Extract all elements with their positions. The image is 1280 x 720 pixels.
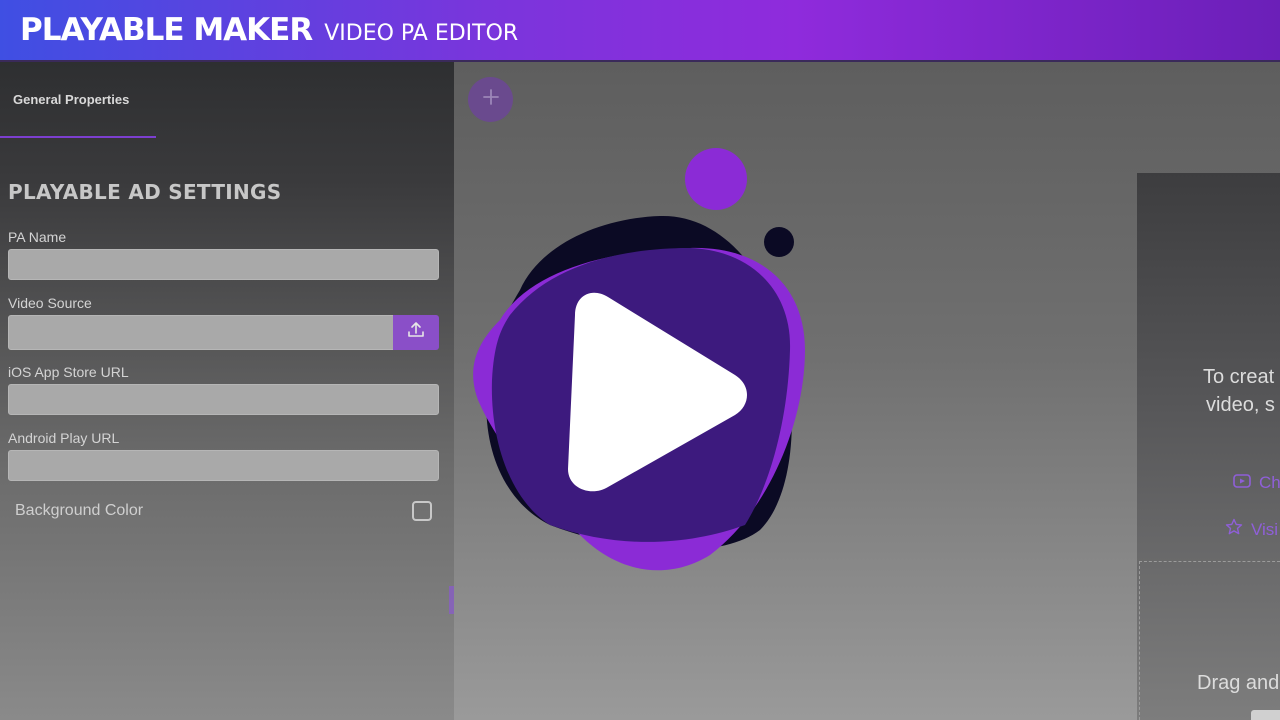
background-color-label: Background Color — [15, 502, 144, 519]
channel-link[interactable]: Ch — [1233, 473, 1280, 493]
visit-link-label: Visi — [1251, 519, 1279, 539]
instructions-line-2: video, s — [1206, 394, 1275, 416]
tab-general-properties[interactable]: General Properties — [0, 62, 156, 138]
brand-title: PLAYABLE MAKER — [20, 12, 313, 48]
app-header: PLAYABLE MAKER VIDEO PA EDITOR — [0, 0, 1280, 62]
section-title: PLAYABLE AD SETTINGS — [8, 180, 282, 204]
plus-icon — [481, 87, 501, 112]
pa-name-label: PA Name — [8, 229, 67, 245]
channel-link-label: Ch — [1259, 473, 1280, 492]
add-button[interactable] — [468, 77, 513, 122]
dark-dot — [764, 227, 794, 257]
upload-button[interactable] — [393, 315, 439, 350]
instructions-line-1: To creat — [1203, 366, 1275, 388]
youtube-icon — [1233, 473, 1251, 493]
ios-url-input[interactable] — [8, 384, 439, 415]
visit-link[interactable]: Visi — [1225, 518, 1278, 541]
purple-dot — [685, 148, 747, 210]
drop-zone-text: Drag and — [1197, 672, 1280, 694]
background-color-checkbox[interactable] — [412, 501, 432, 521]
ios-url-label: iOS App Store URL — [8, 364, 129, 380]
star-icon — [1225, 518, 1243, 541]
play-logo-overlay[interactable] — [470, 140, 820, 585]
drop-zone[interactable]: Drag and — [1139, 561, 1280, 720]
drop-zone-button[interactable] — [1251, 710, 1280, 720]
video-source-input[interactable] — [8, 315, 394, 350]
pa-name-input[interactable] — [8, 249, 439, 280]
video-source-label: Video Source — [8, 295, 92, 311]
instructions-card: To creat video, s Ch Visi Drag and — [1137, 173, 1280, 720]
android-url-input[interactable] — [8, 450, 439, 481]
properties-panel: General Properties PLAYABLE AD SETTINGS … — [0, 62, 454, 720]
upload-icon — [406, 320, 426, 345]
brand-subtitle: VIDEO PA EDITOR — [324, 20, 519, 46]
android-url-label: Android Play URL — [8, 430, 120, 446]
